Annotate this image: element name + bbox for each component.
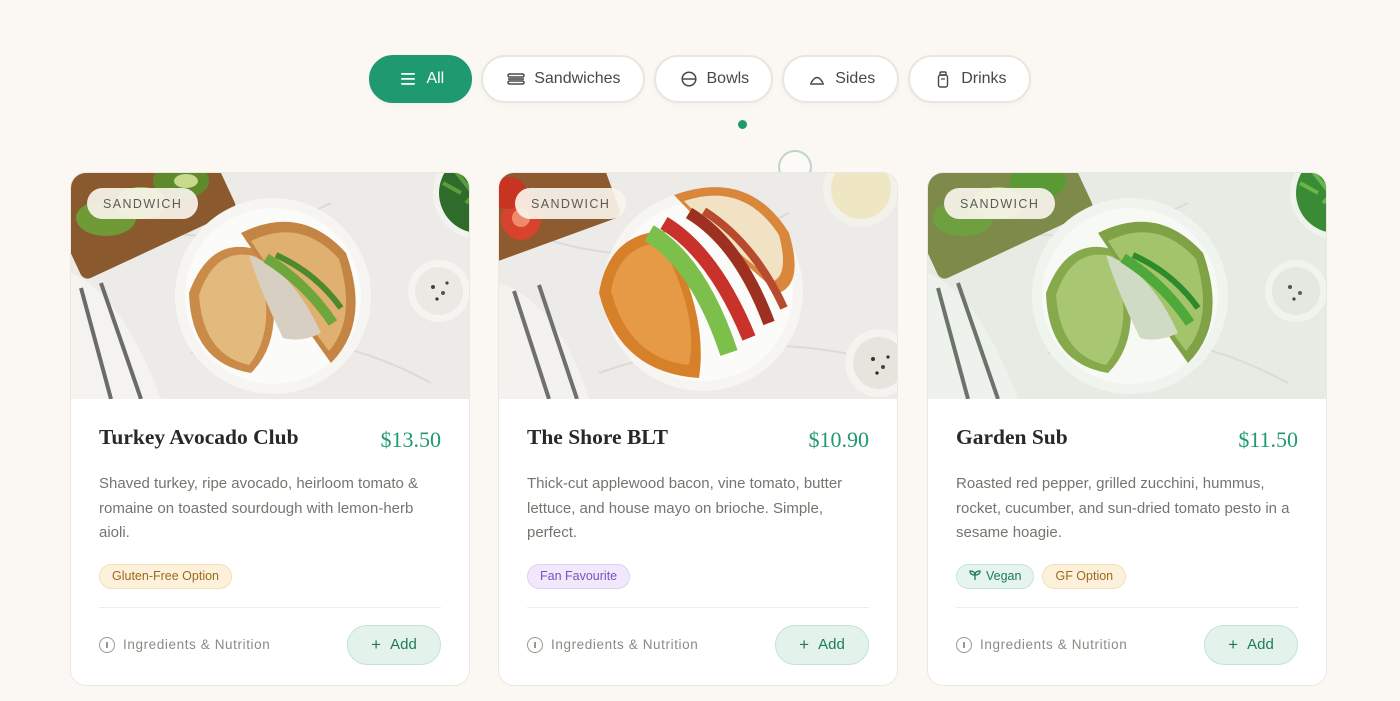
info-icon [99, 636, 115, 653]
add-button[interactable]: + Add [775, 624, 869, 665]
tab-all[interactable]: All [369, 55, 473, 103]
item-description: Roasted red pepper, grilled zucchini, hu… [956, 475, 1290, 541]
tag-vegan: Vegan [956, 563, 1035, 589]
divider [99, 606, 441, 608]
tab-label: All [426, 70, 445, 87]
divider [956, 606, 1298, 608]
category-badge: SANDWICH [87, 188, 199, 219]
sandwich-icon [507, 71, 525, 87]
category-filter-bar: All Sandwiches Bowls Sides Drinks [0, 55, 1400, 103]
item-title: Garden Sub [956, 425, 1068, 449]
item-price: $10.90 [808, 427, 870, 452]
bowl-icon [680, 71, 698, 87]
ingredients-nutrition-link[interactable]: Ingredients & Nutrition [956, 636, 1128, 653]
menu-card: SANDWICH Garden Sub $11.50 Roasted red p… [927, 172, 1327, 686]
item-description: Thick-cut applewood bacon, vine tomato, … [527, 475, 843, 541]
category-badge: SANDWICH [515, 188, 627, 219]
tab-label: Drinks [961, 70, 1007, 87]
food-image: SANDWICH [928, 173, 1326, 399]
food-image: SANDWICH [71, 173, 469, 399]
tag-fan-favourite: Fan Favourite [527, 563, 631, 589]
plus-icon: + [1228, 635, 1239, 654]
menu-card: SANDWICH Turkey Avocado Club $13.50 Shav… [70, 172, 470, 686]
tag-list: Fan Favourite [527, 563, 869, 589]
item-price: $13.50 [380, 427, 442, 452]
tab-label: Sandwiches [534, 70, 621, 87]
tab-drinks[interactable]: Drinks [908, 55, 1031, 103]
tag-list: Gluten-Free Option [99, 563, 441, 589]
ingredients-nutrition-link[interactable]: Ingredients & Nutrition [99, 636, 271, 653]
tab-bowls[interactable]: Bowls [653, 55, 774, 103]
active-indicator-dot [738, 120, 747, 129]
info-label: Ingredients & Nutrition [551, 637, 699, 652]
add-label: Add [390, 636, 417, 653]
tab-sides[interactable]: Sides [782, 55, 900, 103]
info-icon [527, 636, 543, 653]
tag-gluten-free: Gluten-Free Option [99, 563, 232, 589]
tag-gf-option: GF Option [1042, 563, 1127, 589]
info-icon [956, 636, 972, 653]
side-dish-icon [808, 71, 826, 87]
ingredients-nutrition-link[interactable]: Ingredients & Nutrition [527, 636, 699, 653]
sprout-icon [969, 569, 981, 583]
category-badge: SANDWICH [944, 188, 1056, 219]
tab-sandwiches[interactable]: Sandwiches [481, 55, 645, 103]
menu-card: SANDWICH The Shore BLT $10.90 Thick-cut … [498, 172, 898, 686]
tag-list: Vegan GF Option [956, 563, 1298, 589]
food-image: SANDWICH [499, 173, 897, 399]
add-label: Add [818, 636, 845, 653]
tab-label: Sides [835, 70, 876, 87]
item-title: The Shore BLT [527, 425, 668, 449]
item-price: $11.50 [1238, 427, 1298, 452]
plus-icon: + [799, 635, 810, 654]
add-button[interactable]: + Add [1204, 624, 1298, 665]
add-button[interactable]: + Add [347, 624, 441, 665]
info-label: Ingredients & Nutrition [123, 637, 271, 652]
list-icon [399, 71, 417, 87]
add-label: Add [1247, 636, 1274, 653]
item-description: Shaved turkey, ripe avocado, heirloom to… [99, 475, 419, 541]
tag-label: Vegan [986, 569, 1022, 583]
drink-icon [934, 70, 952, 88]
item-title: Turkey Avocado Club [99, 425, 299, 449]
plus-icon: + [371, 635, 382, 654]
divider [527, 606, 869, 608]
info-label: Ingredients & Nutrition [980, 637, 1128, 652]
tab-label: Bowls [706, 70, 750, 87]
